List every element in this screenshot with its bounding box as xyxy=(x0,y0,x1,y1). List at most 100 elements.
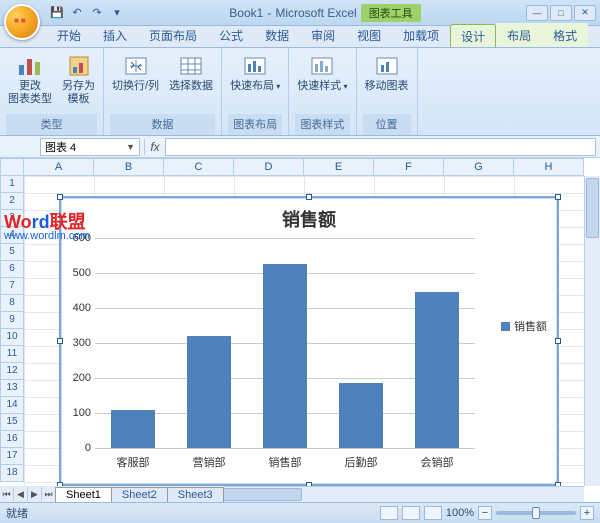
quick-styles-label: 快速样式 xyxy=(297,80,347,93)
x-tick-label: 后勤部 xyxy=(331,454,391,470)
y-tick-label: 100 xyxy=(73,407,91,419)
row-header-8[interactable]: 8 xyxy=(0,295,24,312)
qat-customize-icon[interactable]: ▾ xyxy=(110,6,124,20)
switch-row-col-button[interactable]: 切换行/列 xyxy=(110,52,161,95)
select-data-button[interactable]: 选择数据 xyxy=(167,52,215,95)
resize-handle[interactable] xyxy=(306,194,312,200)
select-all-corner[interactable] xyxy=(0,158,24,176)
col-header-E[interactable]: E xyxy=(304,158,374,176)
sheet-nav-prev[interactable]: ◀ xyxy=(14,487,28,501)
view-pagebreak-button[interactable] xyxy=(424,506,442,520)
quick-styles-button[interactable]: 快速样式 xyxy=(295,52,349,95)
vertical-scrollbar[interactable] xyxy=(584,176,600,486)
row-header-9[interactable]: 9 xyxy=(0,312,24,329)
zoom-in-button[interactable]: + xyxy=(580,506,594,520)
bar-后勤部[interactable] xyxy=(339,383,383,448)
save-as-template-label: 另存为 模板 xyxy=(62,80,95,106)
x-tick-label: 客服部 xyxy=(103,454,163,470)
view-normal-button[interactable] xyxy=(380,506,398,520)
tab-开始[interactable]: 开始 xyxy=(46,23,92,47)
sheet-nav-last[interactable]: ⏭ xyxy=(42,487,56,501)
quick-layout-button[interactable]: 快速布局 xyxy=(228,52,282,95)
fx-button[interactable]: fx xyxy=(145,140,165,154)
row-header-12[interactable]: 12 xyxy=(0,363,24,380)
tab-布局[interactable]: 布局 xyxy=(496,23,542,47)
col-header-H[interactable]: H xyxy=(514,158,584,176)
view-layout-button[interactable] xyxy=(402,506,420,520)
bar-客服部[interactable] xyxy=(111,410,155,449)
ribbon: 更改 图表类型另存为 模板类型切换行/列选择数据数据快速布局图表布局快速样式图表… xyxy=(0,48,600,136)
tab-数据[interactable]: 数据 xyxy=(254,23,300,47)
row-header-1[interactable]: 1 xyxy=(0,176,24,193)
col-header-F[interactable]: F xyxy=(374,158,444,176)
formula-input[interactable] xyxy=(165,138,596,156)
bar-营销部[interactable] xyxy=(187,336,231,448)
formula-bar: 图表 4 ▼ fx xyxy=(0,136,600,158)
gridline xyxy=(95,448,475,449)
chart-legend[interactable]: 销售额 xyxy=(501,318,547,334)
group-label: 图表样式 xyxy=(295,114,349,135)
tab-视图[interactable]: 视图 xyxy=(346,23,392,47)
undo-icon[interactable]: ↶ xyxy=(70,6,84,20)
col-header-A[interactable]: A xyxy=(24,158,94,176)
zoom-thumb[interactable] xyxy=(532,507,540,519)
row-header-5[interactable]: 5 xyxy=(0,244,24,261)
minimize-button[interactable]: — xyxy=(526,5,548,21)
sheet-tab-Sheet1[interactable]: Sheet1 xyxy=(55,487,112,502)
move-chart-button[interactable]: 移动图表 xyxy=(363,52,411,95)
col-header-G[interactable]: G xyxy=(444,158,514,176)
sheet-nav-first[interactable]: ⏮ xyxy=(0,487,14,501)
bar-会销部[interactable] xyxy=(415,292,459,448)
tab-加载项[interactable]: 加载项 xyxy=(392,23,450,47)
tab-插入[interactable]: 插入 xyxy=(92,23,138,47)
chart-tools-badge: 图表工具 xyxy=(361,4,421,22)
plot-area[interactable]: 0100200300400500600客服部营销部销售部后勤部会销部 xyxy=(95,238,475,448)
row-header-6[interactable]: 6 xyxy=(0,261,24,278)
row-header-11[interactable]: 11 xyxy=(0,346,24,363)
sheet-tab-Sheet3[interactable]: Sheet3 xyxy=(167,487,224,502)
worksheet[interactable]: ABCDEFGH 123456789101112131415161718 销售额… xyxy=(0,158,600,502)
zoom-slider[interactable] xyxy=(496,511,576,515)
tab-审阅[interactable]: 审阅 xyxy=(300,23,346,47)
tab-公式[interactable]: 公式 xyxy=(208,23,254,47)
row-header-15[interactable]: 15 xyxy=(0,414,24,431)
embedded-chart[interactable]: 销售额 0100200300400500600客服部营销部销售部后勤部会销部 销… xyxy=(59,196,559,486)
chevron-down-icon[interactable]: ▼ xyxy=(126,142,135,152)
zoom-out-button[interactable]: − xyxy=(478,506,492,520)
tab-格式[interactable]: 格式 xyxy=(542,23,588,47)
col-header-D[interactable]: D xyxy=(234,158,304,176)
resize-handle[interactable] xyxy=(57,194,63,200)
styles-icon xyxy=(308,54,336,78)
row-header-18[interactable]: 18 xyxy=(0,465,24,482)
redo-icon[interactable]: ↷ xyxy=(90,6,104,20)
cells[interactable]: 销售额 0100200300400500600客服部营销部销售部后勤部会销部 销… xyxy=(24,176,584,486)
group-label: 位置 xyxy=(363,114,411,135)
row-header-14[interactable]: 14 xyxy=(0,397,24,414)
tab-设计[interactable]: 设计 xyxy=(450,24,496,47)
row-header-13[interactable]: 13 xyxy=(0,380,24,397)
horizontal-scrollbar[interactable] xyxy=(180,486,584,502)
office-button[interactable] xyxy=(4,4,40,40)
row-header-10[interactable]: 10 xyxy=(0,329,24,346)
row-header-7[interactable]: 7 xyxy=(0,278,24,295)
col-header-B[interactable]: B xyxy=(94,158,164,176)
row-header-16[interactable]: 16 xyxy=(0,431,24,448)
sheet-nav-next[interactable]: ▶ xyxy=(28,487,42,501)
row-header-17[interactable]: 17 xyxy=(0,448,24,465)
scroll-thumb[interactable] xyxy=(586,178,599,238)
chart-title[interactable]: 销售额 xyxy=(61,198,557,236)
bar-销售部[interactable] xyxy=(263,264,307,448)
tab-页面布局[interactable]: 页面布局 xyxy=(138,23,208,47)
col-header-C[interactable]: C xyxy=(164,158,234,176)
resize-handle[interactable] xyxy=(555,338,561,344)
change-chart-type-button[interactable]: 更改 图表类型 xyxy=(6,52,54,108)
maximize-button[interactable]: □ xyxy=(550,5,572,21)
close-button[interactable]: ✕ xyxy=(574,5,596,21)
name-box[interactable]: 图表 4 ▼ xyxy=(40,138,140,156)
name-box-value: 图表 4 xyxy=(45,139,76,155)
resize-handle[interactable] xyxy=(57,338,63,344)
resize-handle[interactable] xyxy=(555,194,561,200)
save-as-template-button[interactable]: 另存为 模板 xyxy=(60,52,97,108)
sheet-tab-Sheet2[interactable]: Sheet2 xyxy=(111,487,168,502)
save-icon[interactable]: 💾 xyxy=(50,6,64,20)
